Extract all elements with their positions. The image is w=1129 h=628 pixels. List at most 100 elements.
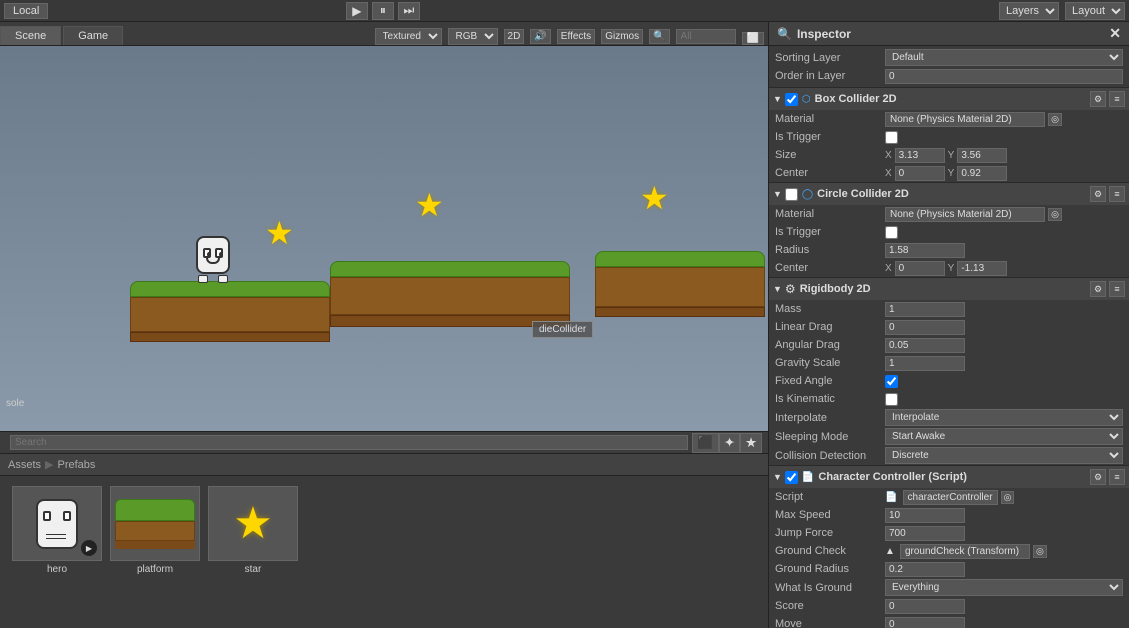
asset-label-platform: platform <box>137 564 173 575</box>
box-center-y-input[interactable] <box>957 166 1007 181</box>
box-collider-menu-btn[interactable]: ≡ <box>1109 91 1125 107</box>
box-collider-header[interactable]: ▼ ⬡ Box Collider 2D ⚙ ≡ <box>769 88 1129 110</box>
ground-check-picker[interactable]: ◎ <box>1033 545 1047 558</box>
inspector-icon: 🔍 <box>777 27 792 41</box>
is-kinematic-checkbox[interactable] <box>885 393 898 406</box>
max-speed-input[interactable] <box>885 508 965 523</box>
box-trigger-checkbox[interactable] <box>885 131 898 144</box>
ground-radius-row: Ground Radius <box>769 560 1129 578</box>
mass-input[interactable] <box>885 302 965 317</box>
rigidbody-header[interactable]: ▼ ⚙ Rigidbody 2D ⚙ ≡ <box>769 278 1129 300</box>
assets-panel: Assets ▶ Prefabs <box>0 453 768 628</box>
local-button[interactable]: Local <box>4 3 48 19</box>
move-label: Move <box>775 618 885 628</box>
rgb-select[interactable]: RGB <box>448 28 498 45</box>
circle-collider-menu-btn[interactable]: ≡ <box>1109 186 1125 202</box>
asset-label-star: star <box>245 564 262 575</box>
circle-radius-label: Radius <box>775 244 885 256</box>
circle-material-picker[interactable]: ◎ <box>1048 208 1062 221</box>
rigidbody-settings-btn[interactable]: ⚙ <box>1090 281 1106 297</box>
sorting-layer-select[interactable]: Default <box>885 49 1123 66</box>
interpolate-label: Interpolate <box>775 412 885 424</box>
asset-item-platform[interactable]: platform <box>110 486 200 575</box>
scene-search[interactable] <box>10 435 688 450</box>
box-center-y-label: Y <box>948 168 955 179</box>
circle-collider-settings-btn[interactable]: ⚙ <box>1090 186 1106 202</box>
ground-radius-input[interactable] <box>885 562 965 577</box>
circle-center-y-input[interactable] <box>957 261 1007 276</box>
order-in-layer-row: Order in Layer <box>769 67 1129 85</box>
tab-game[interactable]: Game <box>63 26 123 45</box>
scene-view[interactable]: ★ ★ ★ <box>0 46 768 431</box>
box-size-y-input[interactable] <box>957 148 1007 163</box>
gravity-scale-row: Gravity Scale <box>769 354 1129 372</box>
maximize-button[interactable]: ⬜ <box>742 32 764 45</box>
box-size-x-input[interactable] <box>895 148 945 163</box>
play-button[interactable]: ▶ <box>346 2 368 20</box>
score-row: Score <box>769 597 1129 615</box>
layers-select[interactable]: Layers <box>999 2 1059 20</box>
box-collider-arrow: ▼ <box>773 94 782 104</box>
rigidbody-menu-btn[interactable]: ≡ <box>1109 281 1125 297</box>
scene-tab-controls: Textured RGB 2D 🔊 Effects Gizmos 🔍 <box>375 28 742 45</box>
scene-bottom: ⬛ ✦ ★ <box>0 431 768 453</box>
char-controller-menu-btn[interactable]: ≡ <box>1109 469 1125 485</box>
scene-btn-3[interactable]: ★ <box>740 433 762 453</box>
interpolate-select[interactable]: Interpolate <box>885 409 1123 426</box>
mode-2d-button[interactable]: 2D <box>504 29 525 44</box>
circle-collider-header[interactable]: ▼ ◯ Circle Collider 2D ⚙ ≡ <box>769 183 1129 205</box>
circle-radius-input[interactable] <box>885 243 965 258</box>
sleeping-mode-label: Sleeping Mode <box>775 431 885 443</box>
order-in-layer-label: Order in Layer <box>775 70 885 82</box>
box-collider-settings-btn[interactable]: ⚙ <box>1090 91 1106 107</box>
fixed-angle-checkbox[interactable] <box>885 375 898 388</box>
fixed-angle-label: Fixed Angle <box>775 375 885 387</box>
asset-item-hero[interactable]: ▶ hero <box>12 486 102 575</box>
scene-btn-1[interactable]: ⬛ <box>692 433 719 453</box>
breadcrumb-child: Prefabs <box>57 459 95 471</box>
script-picker[interactable]: ◎ <box>1001 491 1015 504</box>
what-is-ground-label: What Is Ground <box>775 582 885 594</box>
box-material-picker[interactable]: ◎ <box>1048 113 1062 126</box>
audio-button[interactable]: 🔊 <box>530 29 550 44</box>
what-is-ground-select[interactable]: Everything <box>885 579 1123 596</box>
script-label: Script <box>775 491 885 503</box>
effects-button[interactable]: Effects <box>557 29 595 44</box>
sleeping-mode-select[interactable]: Start Awake <box>885 428 1123 445</box>
gravity-scale-input[interactable] <box>885 356 965 371</box>
layout-select[interactable]: Layout <box>1065 2 1125 20</box>
box-center-x-input[interactable] <box>895 166 945 181</box>
score-input[interactable] <box>885 599 965 614</box>
gizmos-button[interactable]: Gizmos <box>601 29 643 44</box>
circle-trigger-checkbox[interactable] <box>885 226 898 239</box>
collision-detection-select[interactable]: Discrete <box>885 447 1123 464</box>
order-in-layer-input[interactable] <box>885 69 1123 84</box>
circle-collider-enable[interactable] <box>785 188 798 201</box>
box-collider-enable[interactable] <box>785 93 798 106</box>
pause-button[interactable]: ⏸ <box>372 2 394 20</box>
search-button[interactable]: 🔍 <box>649 29 669 44</box>
textured-select[interactable]: Textured <box>375 28 442 45</box>
scene-btn-2[interactable]: ✦ <box>719 433 740 453</box>
circle-center-x-input[interactable] <box>895 261 945 276</box>
search-input[interactable] <box>676 29 736 44</box>
char-controller-settings-btn[interactable]: ⚙ <box>1090 469 1106 485</box>
char-controller-section: ▼ 📄 Character Controller (Script) ⚙ ≡ Sc… <box>769 466 1129 628</box>
sleeping-mode-row: Sleeping Mode Start Awake <box>769 427 1129 446</box>
asset-item-star[interactable]: ★ star <box>208 486 298 575</box>
angular-drag-input[interactable] <box>885 338 965 353</box>
step-button[interactable]: ⏭ <box>398 2 420 20</box>
linear-drag-input[interactable] <box>885 320 965 335</box>
tab-scene[interactable]: Scene <box>0 26 61 45</box>
circle-center-label: Center <box>775 262 885 274</box>
inspector-close-button[interactable]: ✕ <box>1109 25 1121 42</box>
jump-force-input[interactable] <box>885 526 965 541</box>
move-input[interactable] <box>885 617 965 628</box>
score-label: Score <box>775 600 885 612</box>
rigidbody-title: Rigidbody 2D <box>800 283 1090 295</box>
breadcrumb-separator: ▶ <box>45 458 53 471</box>
char-controller-header[interactable]: ▼ 📄 Character Controller (Script) ⚙ ≡ <box>769 466 1129 488</box>
char-controller-enable[interactable] <box>785 471 798 484</box>
play-overlay-hero[interactable]: ▶ <box>81 540 97 556</box>
star-1: ★ <box>265 214 294 252</box>
